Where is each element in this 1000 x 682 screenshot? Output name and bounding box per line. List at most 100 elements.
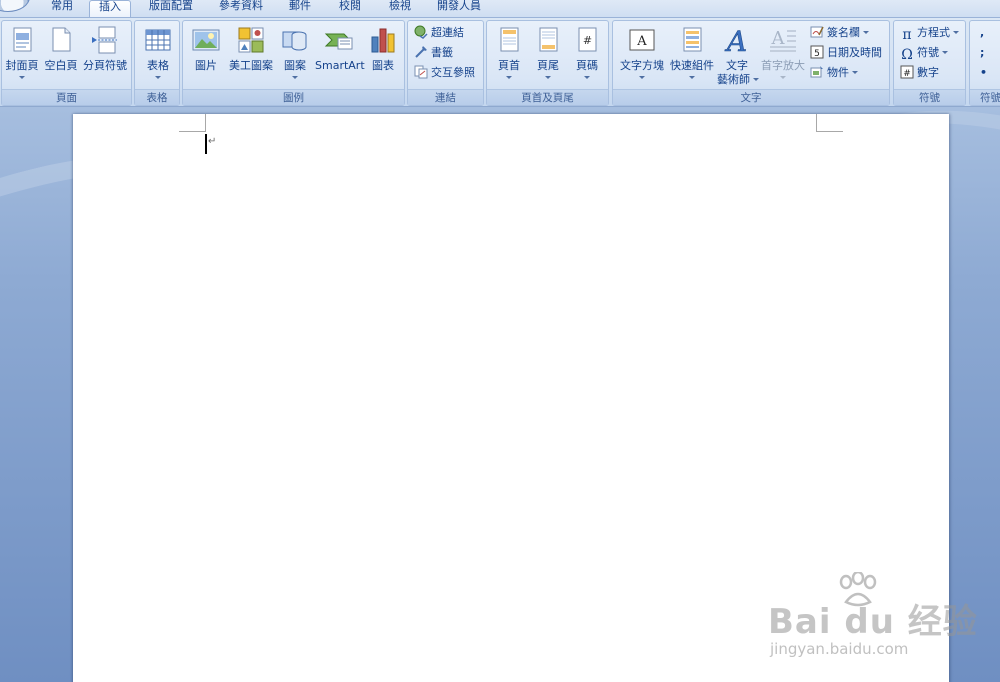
document-workspace[interactable]: ↵ [0,107,1000,682]
svg-text:A: A [724,25,747,55]
cross-reference-button[interactable]: 交互參照 [414,64,475,82]
chevron-down-icon [689,76,695,79]
text-box-icon: A [629,29,655,51]
text-box-button[interactable]: A 文字方塊 [617,25,667,91]
symbol-button[interactable]: Ω 符號 [900,44,948,62]
blank-page-button[interactable]: 空白頁 [43,25,79,91]
page-break-button[interactable]: 分頁符號 [81,25,129,91]
object-button[interactable]: 物件 [810,64,858,82]
group-tables-label: 表格 [135,89,179,105]
svg-text:#: # [583,34,592,47]
equation-label: 方程式 [917,26,950,39]
crop-mark [817,131,843,132]
page-number-button[interactable]: # 頁碼 [569,25,605,91]
cover-page-button[interactable]: 封面頁 [3,25,41,91]
page-break-icon [92,26,117,54]
smartart-button[interactable]: SmartArt [315,25,365,91]
header-button[interactable]: 頁首 [491,25,527,91]
group-special-symbols-label: 符號 [970,89,1000,105]
hyperlink-button[interactable]: 超連結 [414,24,464,42]
group-text: A 文字方塊 快速組件 A 文字 藝術師 A 首字放大 簽名欄 5 日期及時間 … [612,20,890,106]
page-number-icon: # [578,27,597,52]
globe-link-icon [414,25,428,39]
blank-page-icon [52,27,71,52]
tab-insert[interactable]: 插入 [89,0,131,18]
tab-view[interactable]: 檢視 [386,0,414,17]
text-box-label: 文字方塊 [620,59,664,72]
bookmark-icon [415,46,427,58]
shapes-label: 圖案 [284,59,306,72]
chevron-down-icon [584,76,590,79]
number-label: 數字 [917,66,939,79]
page-number-label: 頁碼 [576,59,598,72]
chart-button[interactable]: 圖表 [365,25,401,91]
document-page[interactable]: ↵ [73,114,949,682]
wordart-button[interactable]: A 文字 藝術師 [717,25,759,91]
clip-art-button[interactable]: 美工圖案 [227,25,275,91]
drop-cap-icon: A [770,28,796,52]
shapes-icon [282,31,307,51]
bookmark-label: 書籤 [431,46,453,59]
hyperlink-label: 超連結 [431,26,464,39]
omega-icon: Ω [901,47,913,63]
group-links-label: 連結 [408,89,483,105]
symbol-label: 符號 [917,46,939,59]
group-illustrations: 圖片 美工圖案 圖案 SmartArt 圖表 圖例 [182,20,405,106]
date-time-button[interactable]: 5 日期及時間 [810,44,882,62]
svg-text:5: 5 [814,49,820,59]
shapes-button[interactable]: 圖案 [277,25,313,91]
table-button[interactable]: 表格 [139,25,177,91]
quick-parts-button[interactable]: 快速組件 [668,25,716,91]
comma-symbol-button[interactable]: , [980,24,984,42]
tab-mailings[interactable]: 郵件 [286,0,314,17]
bookmark-button[interactable]: 書籤 [414,44,453,62]
chevron-down-icon [942,51,948,54]
quick-parts-icon [683,27,702,52]
footer-icon [539,27,558,52]
chart-label: 圖表 [372,59,394,72]
dot-icon: • [980,66,988,79]
chevron-down-icon [155,76,161,79]
chevron-down-icon [953,31,959,34]
ribbon: 封面頁 空白頁 分頁符號 頁面 表格 表格 圖片 美工圖案 圖案 SmartAr… [0,17,1000,107]
group-tables: 表格 表格 [134,20,180,106]
header-icon [500,27,519,52]
footer-button[interactable]: 頁尾 [530,25,566,91]
tab-home[interactable]: 常用 [48,0,76,17]
special-symbol-more-button[interactable]: • [980,64,987,82]
chevron-down-icon [863,31,869,34]
svg-text:A: A [771,28,786,49]
signature-line-button[interactable]: 簽名欄 [810,24,869,42]
office-button[interactable] [0,0,30,12]
group-pages: 封面頁 空白頁 分頁符號 頁面 [1,20,132,106]
comma-icon: , [980,26,985,39]
chevron-down-icon [292,76,298,79]
drop-cap-button[interactable]: A 首字放大 [759,25,807,91]
tab-page-layout[interactable]: 版面配置 [146,0,196,17]
group-pages-label: 頁面 [2,89,131,105]
table-label: 表格 [147,59,169,72]
wordart-label-line2: 藝術師 [717,74,759,86]
semicolon-symbol-button[interactable]: ; [980,44,984,62]
tab-references[interactable]: 參考資料 [216,0,266,17]
chevron-down-icon [545,76,551,79]
wordart-label-line1: 文字 [726,59,748,72]
tab-developer[interactable]: 開發人員 [434,0,484,17]
cross-reference-icon [414,65,428,79]
group-header-footer-label: 頁首及頁尾 [487,89,608,105]
number-button[interactable]: # 數字 [900,64,939,82]
equation-button[interactable]: π 方程式 [900,24,959,42]
clip-art-label: 美工圖案 [229,59,273,72]
smartart-label: SmartArt [315,59,365,72]
cross-reference-label: 交互參照 [431,66,475,79]
tab-review[interactable]: 校閱 [336,0,364,17]
chevron-down-icon [639,76,645,79]
group-links: 超連結 書籤 交互參照 連結 [407,20,484,106]
picture-button[interactable]: 圖片 [187,25,225,91]
wordart-icon: A [724,25,748,55]
group-illustrations-label: 圖例 [183,89,404,105]
table-icon [145,29,171,51]
date-time-label: 日期及時間 [827,46,882,59]
clip-art-icon [238,27,264,53]
picture-label: 圖片 [195,59,217,72]
